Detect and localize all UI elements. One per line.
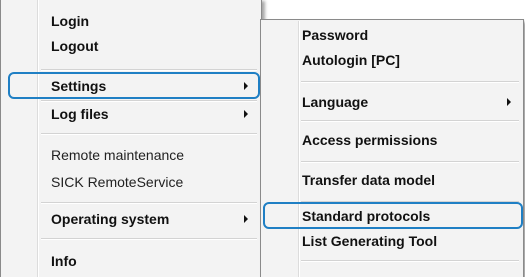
menu-separator (301, 81, 519, 83)
menu-item-login[interactable]: Login (1, 9, 261, 33)
chevron-right-icon (244, 215, 248, 223)
standard-protocols-highlight-frame (263, 202, 523, 229)
settings-highlight-frame (8, 72, 260, 99)
menu-separator (41, 238, 257, 240)
menu-item-operating-system-label: Operating system (51, 211, 170, 227)
menu-separator (41, 202, 257, 204)
settings-submenu: Password Autologin [PC] Language Access … (260, 19, 524, 277)
menu-separator (41, 69, 257, 71)
chevron-right-icon (507, 98, 511, 106)
submenu-item-language[interactable]: Language (261, 90, 523, 114)
submenu-item-list-generating-tool[interactable]: List Generating Tool (261, 229, 523, 253)
main-context-menu: Login Logout Settings Log files Remote m… (0, 0, 262, 277)
menu-item-logout[interactable]: Logout (1, 34, 261, 58)
menu-separator (301, 260, 519, 262)
menu-separator (301, 161, 519, 163)
submenu-item-language-label: Language (302, 94, 369, 110)
submenu-item-access-permissions[interactable]: Access permissions (261, 128, 523, 152)
submenu-item-transfer-data-model[interactable]: Transfer data model (261, 168, 523, 192)
chevron-right-icon (244, 110, 248, 118)
menu-item-info[interactable]: Info (1, 249, 261, 273)
menu-item-remote-maintenance[interactable]: Remote maintenance (1, 143, 261, 167)
menu-item-operating-system[interactable]: Operating system (1, 207, 261, 231)
menu-separator (41, 133, 257, 135)
submenu-item-password[interactable]: Password (261, 23, 523, 47)
screenshot-stage: Login Logout Settings Log files Remote m… (0, 0, 525, 277)
menu-item-log-files[interactable]: Log files (1, 102, 261, 126)
menu-item-log-files-label: Log files (51, 106, 109, 122)
submenu-item-autologin[interactable]: Autologin [PC] (261, 48, 523, 72)
menu-item-sick-remoteservice[interactable]: SICK RemoteService (1, 170, 261, 194)
menu-separator (301, 120, 519, 122)
